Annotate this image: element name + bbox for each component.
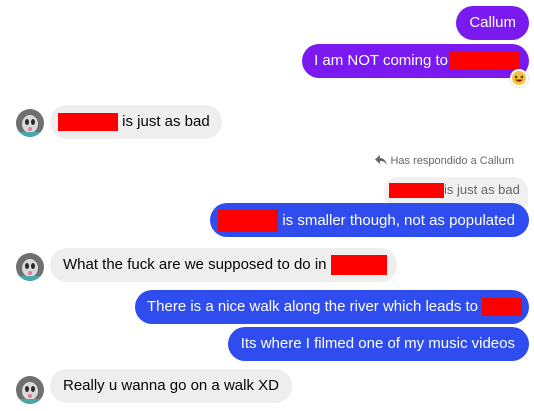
redacted-text xyxy=(58,113,118,132)
quoted-text: is just as bad xyxy=(444,182,520,197)
message-text: There is a nice walk along the river whi… xyxy=(147,298,478,315)
redacted-text xyxy=(450,52,520,71)
message-text: is smaller though, not as populated xyxy=(278,211,515,229)
reply-note-text: Has respondido a Callum xyxy=(390,155,514,167)
message-text: I am NOT coming to xyxy=(314,52,448,69)
avatar-image xyxy=(16,109,44,137)
avatar-image xyxy=(16,253,44,281)
contact-avatar[interactable] xyxy=(16,253,44,281)
redacted-text xyxy=(482,298,522,317)
received-message[interactable]: What the fuck are we supposed to do in xyxy=(50,248,397,282)
message-text: Callum xyxy=(469,14,516,31)
reply-arrow-icon xyxy=(375,155,388,165)
message-text: Really u wanna go on a walk XD xyxy=(63,377,279,394)
reply-indicator: Has respondido a Callum xyxy=(375,155,514,167)
contact-avatar[interactable] xyxy=(16,109,44,137)
laughing-emoji-icon xyxy=(512,71,526,85)
redacted-text xyxy=(330,255,387,276)
sent-message[interactable]: I am NOT coming to xyxy=(302,44,529,78)
message-text: Its where I filmed one of my music video… xyxy=(240,335,515,352)
redacted-text xyxy=(218,210,279,232)
sent-message[interactable]: Its where I filmed one of my music video… xyxy=(227,327,529,361)
avatar-image xyxy=(16,376,44,404)
laughing-emoji-reaction[interactable] xyxy=(510,69,528,87)
sent-message[interactable]: is smaller though, not as populated xyxy=(210,203,529,237)
message-text: is just as bad xyxy=(118,113,210,130)
received-message[interactable]: Really u wanna go on a walk XD xyxy=(50,369,292,403)
received-message[interactable]: is just as bad xyxy=(50,105,222,139)
chat-thread: Callum I am NOT coming to is just as bad xyxy=(0,0,534,411)
sent-message[interactable]: Callum xyxy=(456,6,529,40)
redacted-text xyxy=(389,183,444,199)
contact-avatar[interactable] xyxy=(16,376,44,404)
message-text: What the fuck are we supposed to do in xyxy=(63,256,327,273)
sent-message[interactable]: There is a nice walk along the river whi… xyxy=(135,290,529,324)
